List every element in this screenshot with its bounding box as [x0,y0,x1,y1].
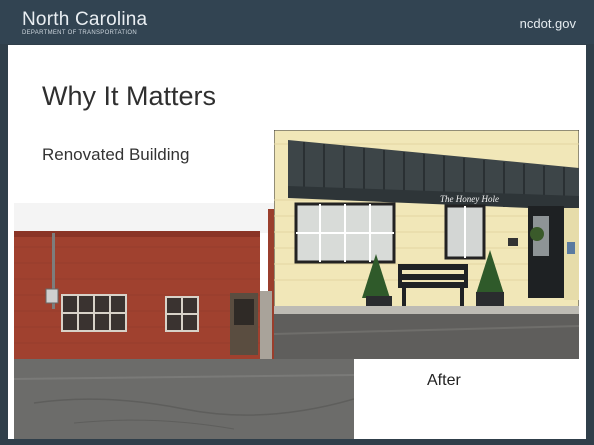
awning-sign: The Honey Hole [440,194,499,204]
after-caption: After [427,372,461,389]
slide-title: Why It Matters [42,81,217,111]
slide-content: Why It Matters Renovated Building The Ho… [8,45,586,439]
slide-subtitle: Renovated Building [42,145,190,164]
org-subtitle: DEPARTMENT OF TRANSPORTATION [22,30,137,36]
org-name: North Carolina [22,9,148,30]
after-photo: The Honey Hole [274,130,579,359]
slide-frame: North Carolina DEPARTMENT OF TRANSPORTAT… [0,0,594,445]
header-bar: North Carolina DEPARTMENT OF TRANSPORTAT… [0,0,594,44]
site-url: ncdot.gov [519,16,576,31]
